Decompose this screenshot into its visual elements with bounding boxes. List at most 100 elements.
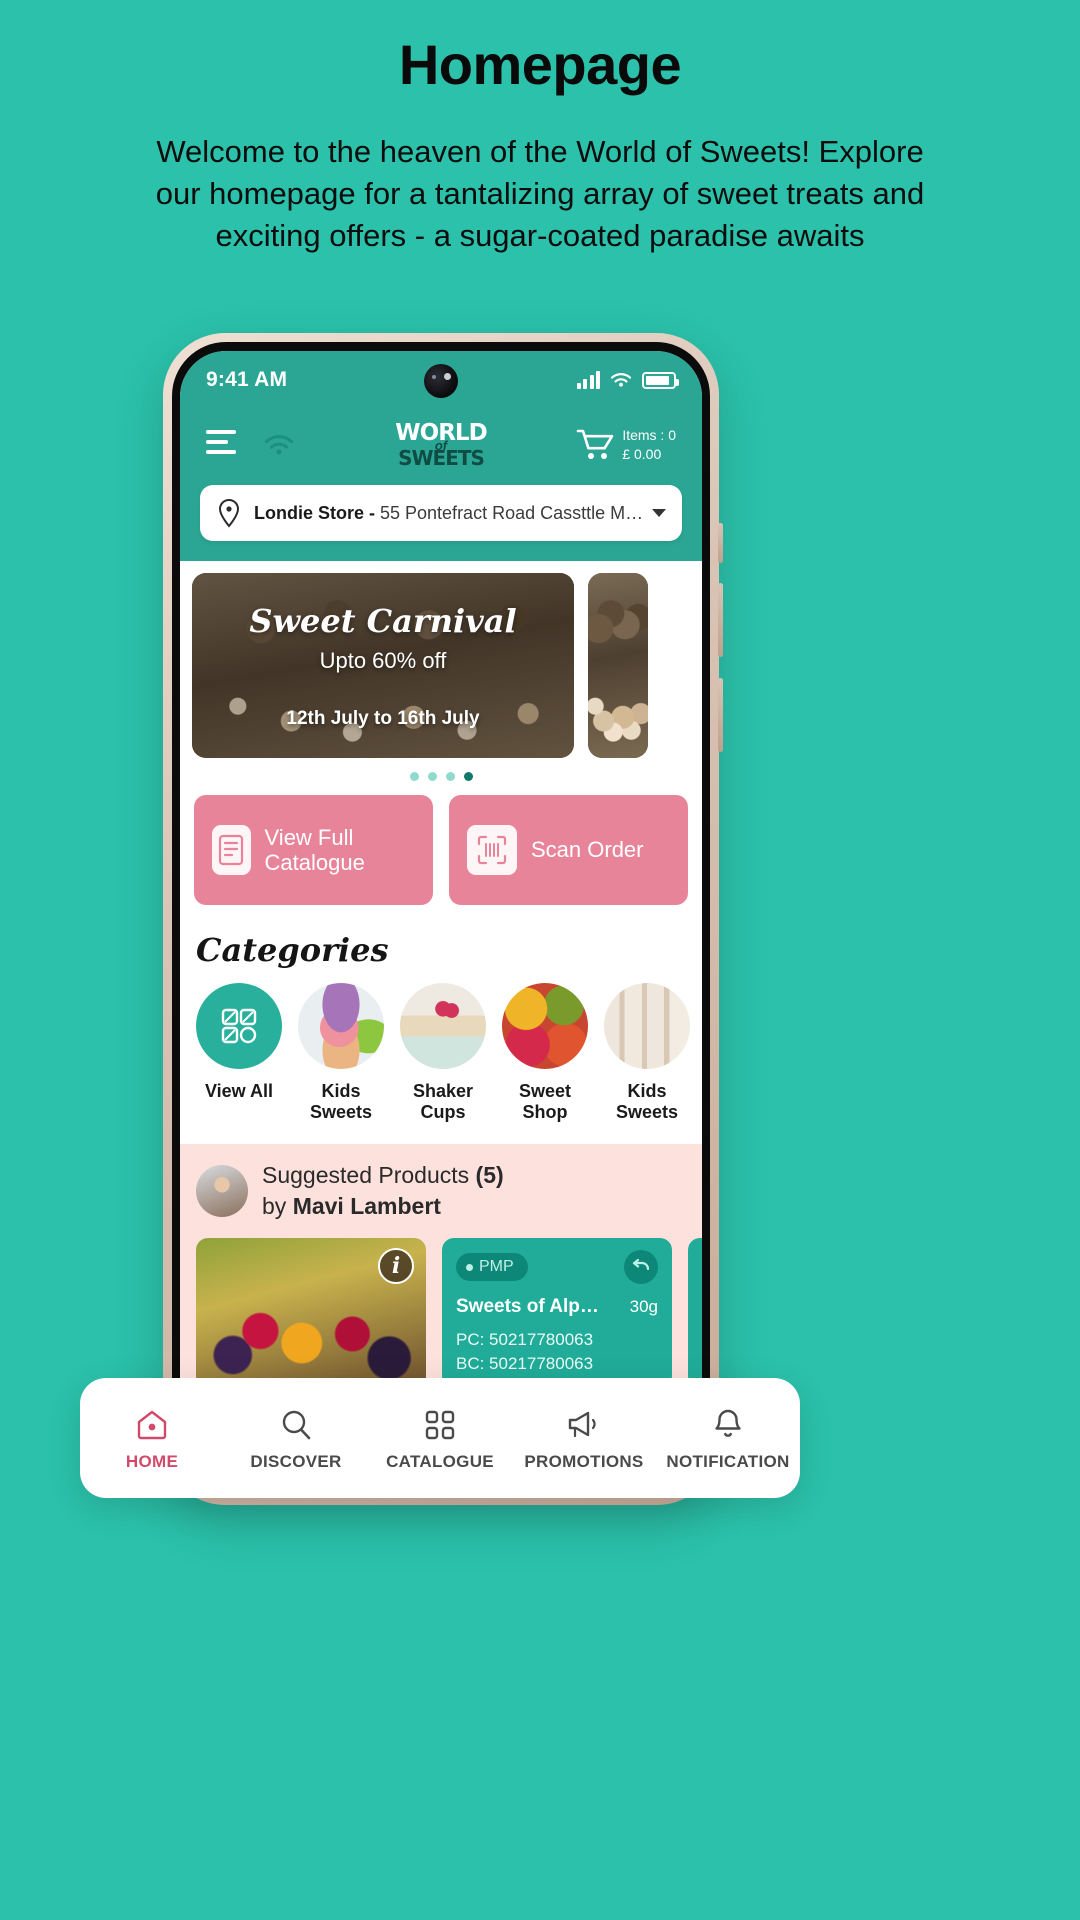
banner-content: Sweet Carnival Upto 60% off 12th July to… xyxy=(192,573,574,758)
product-weight: 30g xyxy=(629,1297,658,1317)
grid-icon xyxy=(368,1404,512,1446)
app-logo: WORLD of SWEETS xyxy=(395,422,487,470)
megaphone-icon xyxy=(512,1404,656,1446)
home-content: Sweet Carnival Upto 60% off 12th July to… xyxy=(180,561,702,1487)
category-label: Kids Sweets xyxy=(615,1081,679,1122)
bottom-navigation: HOME DISCOVER CATALOGUE PROMOTIONS NOTIF… xyxy=(80,1378,800,1498)
suggested-products-section: Suggested Products (5) by Mavi Lambert i… xyxy=(180,1144,702,1389)
status-bar: 9:41 AM xyxy=(180,351,702,409)
phone-volume-down-button xyxy=(718,678,723,752)
quick-actions: View Full Catalogue Scan Order xyxy=(180,793,702,905)
barcode-scan-icon xyxy=(467,825,517,875)
store-name: Londie Store - xyxy=(254,502,380,523)
category-item-sweet-shop[interactable]: Sweet Shop xyxy=(502,983,588,1122)
candy-photo xyxy=(502,983,588,1069)
nav-label: CATALOGUE xyxy=(386,1452,494,1471)
suggested-count: (5) xyxy=(475,1162,504,1189)
store-address-text: 55 Pontefract Road Cassttle More... xyxy=(380,502,644,523)
cake-photo xyxy=(400,983,486,1069)
category-item-shaker-cups[interactable]: Shaker Cups xyxy=(400,983,486,1122)
nav-item-discover[interactable]: DISCOVER xyxy=(224,1404,368,1472)
phone-screen: 9:41 AM WORLD of SWEETS Items: 0 £ 0.00… xyxy=(180,351,702,1487)
nav-item-notification[interactable]: NOTIFICATION xyxy=(656,1404,800,1472)
hamburger-menu-icon[interactable] xyxy=(206,430,236,460)
carousel-dot[interactable] xyxy=(409,772,419,781)
suggested-author-line: by Mavi Lambert xyxy=(262,1193,441,1220)
nav-item-promotions[interactable]: PROMOTIONS xyxy=(512,1404,656,1472)
status-badge: PMP xyxy=(456,1253,528,1282)
phone-volume-up-button xyxy=(718,583,723,657)
view-full-catalogue-label: View Full Catalogue xyxy=(264,824,365,875)
cart-total: £ 0.00 xyxy=(622,446,662,462)
scan-order-button[interactable]: Scan Order xyxy=(449,795,688,905)
banner-photo xyxy=(588,573,648,758)
promo-banner-next[interactable] xyxy=(588,573,648,758)
promo-carousel[interactable]: Sweet Carnival Upto 60% off 12th July to… xyxy=(180,561,702,758)
banner-dates: 12th July to 16th July xyxy=(286,707,480,729)
carousel-dot[interactable] xyxy=(445,772,455,781)
undo-arrow-icon[interactable] xyxy=(624,1250,658,1285)
suggested-title: Suggested Products (5) xyxy=(262,1162,504,1189)
app-header: WORLD of SWEETS Items : 0 £ 0.00 xyxy=(180,409,702,471)
nav-label: NOTIFICATION xyxy=(666,1452,790,1471)
phone-bezel: 9:41 AM WORLD of SWEETS Items: 0 £ 0.00… xyxy=(172,342,710,1496)
nav-item-home[interactable]: HOME xyxy=(80,1404,224,1472)
phone-mockup: 9:41 AM WORLD of SWEETS Items: 0 £ 0.00… xyxy=(163,333,723,1505)
category-item-view-all[interactable]: View All xyxy=(196,983,282,1122)
product-code-bc: BC: 50217780063 xyxy=(456,1354,594,1374)
nav-item-catalogue[interactable]: CATALOGUE xyxy=(368,1404,512,1472)
page-description: Welcome to the heaven of the World of Sw… xyxy=(155,134,925,253)
suggested-products-list[interactable]: i PMP Sweets of Alpan 30g PC: 5021778006… xyxy=(196,1220,702,1389)
location-section: Londie Store - 55 Pontefract Road Casstt… xyxy=(180,471,702,561)
category-label: Kids Sweets xyxy=(309,1081,373,1122)
suggested-author: Mavi Lambert xyxy=(292,1193,441,1220)
logo-line-sweets: SWEETS xyxy=(398,445,485,470)
signal-bars-icon xyxy=(576,371,600,389)
scan-order-label: Scan Order xyxy=(531,837,644,863)
pmp-label: PMP xyxy=(479,1258,514,1276)
product-image-card[interactable]: i xyxy=(196,1238,426,1389)
status-icons xyxy=(576,371,679,389)
store-selector[interactable]: Londie Store - 55 Pontefract Road Casstt… xyxy=(200,485,682,541)
page-root: Homepage Welcome to the heaven of the Wo… xyxy=(0,0,1080,1920)
product-code-pc: PC: 50217780063 xyxy=(456,1330,594,1350)
category-label: View All xyxy=(204,1081,274,1101)
category-label: Sweet Shop xyxy=(518,1081,572,1122)
catalogue-document-icon xyxy=(212,825,251,875)
battery-icon xyxy=(642,371,679,389)
category-item-kids-sweets[interactable]: Kids Sweets xyxy=(298,983,384,1122)
chevron-down-icon[interactable] xyxy=(652,509,666,517)
grid-view-all-icon xyxy=(196,983,282,1069)
phone-side-button xyxy=(718,523,723,563)
product-card-next[interactable] xyxy=(688,1238,702,1389)
carousel-dot-active[interactable] xyxy=(463,772,473,781)
jars-photo xyxy=(604,983,690,1069)
product-card-top: PMP xyxy=(456,1250,658,1285)
page-heading-block: Homepage Welcome to the heaven of the Wo… xyxy=(0,0,1080,257)
carousel-dot[interactable] xyxy=(427,772,437,781)
user-avatar xyxy=(196,1165,248,1218)
categories-title: Categories xyxy=(196,931,389,969)
cart-summary: Items : 0 £ 0.00 xyxy=(622,426,676,464)
product-detail-card[interactable]: PMP Sweets of Alpano.. xyxy=(442,1238,672,1389)
banner-subtitle: Upto 60% off xyxy=(319,647,447,673)
banner-title: Sweet Carnival xyxy=(249,601,517,640)
view-full-catalogue-button[interactable]: View Full Catalogue xyxy=(194,795,433,905)
wifi-icon xyxy=(610,373,632,387)
product-name: Sweets of Alpano... xyxy=(456,1296,606,1318)
category-item-kids-sweets-2[interactable]: Kids Sweets xyxy=(604,983,690,1122)
store-address: Londie Store - 55 Pontefract Road Casstt… xyxy=(254,503,644,524)
nav-label: DISCOVER xyxy=(250,1452,342,1471)
search-icon xyxy=(224,1404,368,1446)
cart-button[interactable]: Items : 0 £ 0.00 xyxy=(576,426,676,464)
suggested-header: Suggested Products (5) by Mavi Lambert xyxy=(196,1162,686,1220)
info-icon[interactable]: i xyxy=(378,1248,414,1285)
macaron-photo xyxy=(298,983,384,1069)
nav-label: PROMOTIONS xyxy=(524,1452,644,1471)
page-title: Homepage xyxy=(398,33,682,96)
carousel-dots[interactable] xyxy=(180,758,702,793)
cart-items-count: Items : 0 xyxy=(622,427,676,444)
categories-list[interactable]: View All Kids Sweets Shaker Cups Sweet S… xyxy=(180,983,702,1122)
promo-banner[interactable]: Sweet Carnival Upto 60% off 12th July to… xyxy=(192,573,574,758)
product-name-row: Sweets of Alpano... 30g xyxy=(456,1296,658,1318)
